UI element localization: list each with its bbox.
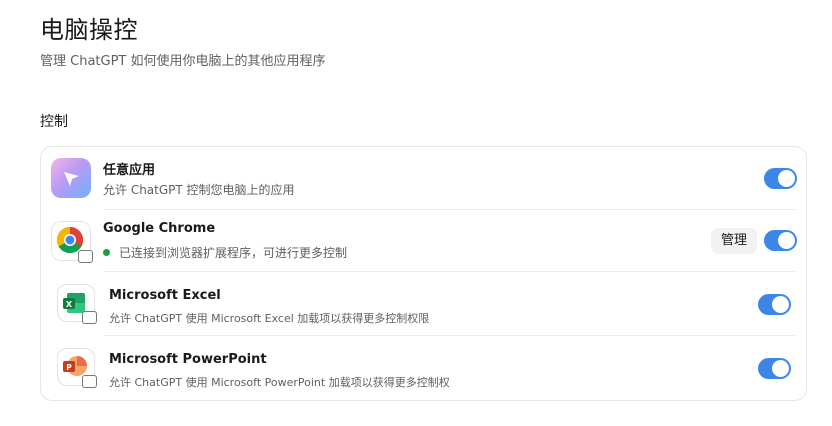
apps-card: 任意应用 允许 ChatGPT 控制您电脑上的应用 Google Chrome … [40, 146, 807, 401]
svg-text:X: X [66, 300, 73, 309]
app-name: 任意应用 [103, 163, 156, 178]
page-title: 电脑操控 [40, 16, 138, 44]
chat-badge-icon [78, 250, 93, 263]
toggle-knob [778, 232, 795, 249]
excel-icon: X [57, 284, 97, 324]
powerpoint-icon: P [57, 348, 97, 388]
toggle-excel[interactable] [758, 294, 791, 315]
chrome-icon [51, 221, 93, 263]
app-desc: 允许 ChatGPT 控制您电脑上的应用 [103, 183, 295, 197]
app-name: Google Chrome [103, 221, 216, 236]
app-row-chrome: Google Chrome 已连接到浏览器扩展程序，可进行更多控制 管理 [41, 209, 806, 271]
app-desc: 允许 ChatGPT 使用 Microsoft Excel 加载项以获得更多控制… [109, 312, 430, 325]
section-heading: 控制 [40, 114, 68, 130]
connected-status-dot-icon [103, 249, 110, 256]
page-subtitle: 管理 ChatGPT 如何使用你电脑上的其他应用程序 [40, 54, 326, 69]
toggle-knob [772, 360, 789, 377]
toggle-any-app[interactable] [764, 168, 797, 189]
app-row-powerpoint: P Microsoft PowerPoint 允许 ChatGPT 使用 Mic… [41, 335, 806, 399]
app-desc: 已连接到浏览器扩展程序，可进行更多控制 [119, 246, 348, 260]
chatgpt-cursor-icon [51, 158, 91, 198]
chat-badge-icon [82, 375, 97, 388]
app-row-any: 任意应用 允许 ChatGPT 控制您电脑上的应用 [41, 147, 806, 209]
computer-control-settings: 电脑操控 管理 ChatGPT 如何使用你电脑上的其他应用程序 控制 任意应用 … [0, 0, 832, 426]
app-desc: 允许 ChatGPT 使用 Microsoft PowerPoint 加载项以获… [109, 376, 450, 389]
toggle-knob [772, 296, 789, 313]
app-status: 已连接到浏览器扩展程序，可进行更多控制 [103, 244, 347, 261]
toggle-powerpoint[interactable] [758, 358, 791, 379]
app-name: Microsoft PowerPoint [109, 352, 267, 367]
svg-text:P: P [66, 363, 72, 372]
manage-button[interactable]: 管理 [711, 228, 757, 254]
app-name: Microsoft Excel [109, 288, 221, 303]
toggle-chrome[interactable] [764, 230, 797, 251]
toggle-knob [778, 170, 795, 187]
chat-badge-icon [82, 311, 97, 324]
app-row-excel: X Microsoft Excel 允许 ChatGPT 使用 Microsof… [41, 271, 806, 335]
